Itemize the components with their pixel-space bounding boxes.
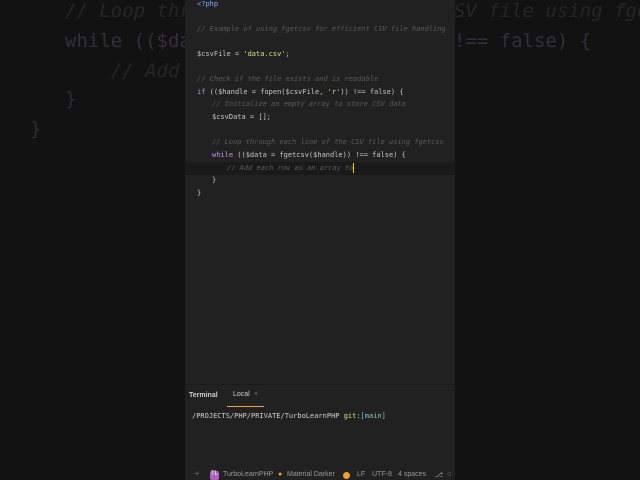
code-text: (($data = fgetcsv($handle)) !== false) {: [233, 151, 406, 159]
project-name[interactable]: TurboLearnPHP: [223, 471, 273, 478]
code-line: // Initialize an empty array to store CS…: [212, 100, 406, 108]
git-icon: ⑂: [195, 471, 200, 478]
code-keyword: while: [212, 151, 234, 159]
code-text: $csvFile =: [197, 50, 244, 58]
share-icon[interactable]: ⎇: [435, 471, 443, 479]
code-line: <?php: [197, 0, 219, 8]
code-line: // Add each row as an array to: [227, 162, 355, 174]
code-line: $csvData = [];: [212, 113, 272, 121]
tab-label: Local: [233, 391, 250, 398]
project-badge: TL: [210, 471, 219, 480]
code-text: (($handle = fopen($csvFile,: [205, 88, 328, 96]
notification-icon: [343, 472, 350, 479]
code-line: $csvFile = 'data.csv';: [197, 48, 290, 60]
terminal-tabs: Terminal Local ×: [185, 385, 455, 407]
code-line: }: [212, 176, 217, 184]
line-ending[interactable]: LF: [357, 471, 365, 478]
lock-icon[interactable]: ○: [447, 471, 451, 478]
code-text: ;: [285, 50, 290, 58]
ide-window: <?php // Example of using fgetcsv for ef…: [185, 0, 455, 480]
terminal-panel: Terminal Local × /PROJECTS/PHP/PRIVATE/Tu…: [185, 384, 455, 471]
theme-name[interactable]: Material Darker: [287, 471, 335, 478]
git-branch: [main]: [360, 412, 386, 420]
close-icon[interactable]: ×: [254, 391, 258, 398]
status-bar: ⑂ TL TurboLearnPHP ● Material Darker LF …: [185, 470, 455, 480]
terminal-path: /PROJECTS/PHP/PRIVATE/TurboLearnPHP: [192, 412, 344, 420]
code-line: // Example of using fgetcsv for efficien…: [197, 25, 446, 33]
terminal-title: Terminal: [189, 392, 218, 399]
indent-setting[interactable]: 4 spaces: [398, 471, 426, 478]
bg-code-line: }: [30, 118, 42, 140]
theme-icon: ●: [278, 471, 283, 478]
code-comment: // Add each row as an array to: [227, 164, 354, 172]
terminal-prompt[interactable]: /PROJECTS/PHP/PRIVATE/TurboLearnPHP git:…: [192, 412, 386, 420]
code-line: // Loop through each line of the CSV fil…: [212, 138, 444, 146]
code-line: // Check if the file exists and is reada…: [197, 75, 379, 83]
tab-local[interactable]: Local ×: [227, 388, 264, 407]
git-label: git:: [343, 412, 361, 420]
code-string: 'r': [327, 88, 341, 96]
bg-code-line: }: [65, 88, 77, 110]
code-line: while (($data = fgetcsv($handle)) !== fa…: [212, 149, 406, 161]
code-line: }: [197, 189, 202, 197]
encoding[interactable]: UTF-8: [372, 471, 392, 478]
code-string: 'data.csv': [243, 50, 286, 58]
code-text: )) !== false) {: [340, 88, 404, 96]
text-caret: [353, 163, 355, 173]
code-line: if (($handle = fopen($csvFile, 'r')) !==…: [197, 86, 404, 98]
